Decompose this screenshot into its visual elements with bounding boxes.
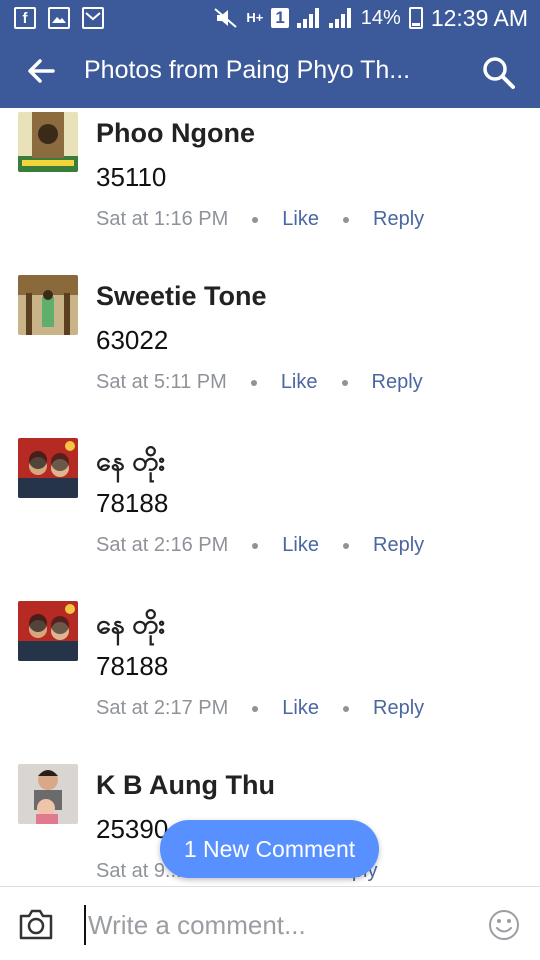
comment-meta: Sat at 5:11 PM Like Reply: [96, 371, 423, 394]
comment-meta: Sat at 2:16 PM Like Reply: [96, 534, 424, 557]
avatar[interactable]: [18, 438, 78, 498]
comment-item: နေ တိုး 78188 Sat at 2:17 PM Like Reply: [0, 601, 540, 764]
reply-button[interactable]: Reply: [373, 697, 424, 720]
comment-author[interactable]: နေ တိုး: [96, 607, 165, 647]
comment-text: 25390: [96, 814, 169, 844]
search-icon[interactable]: [480, 54, 516, 90]
comment-text: 78188: [96, 488, 169, 518]
comment-item: Sweetie Tone 63022 Sat at 5:11 PM Like R…: [0, 275, 540, 438]
separator-dot: [343, 216, 349, 223]
signal-icon: [296, 8, 321, 28]
comment-timestamp: Sat at 2:17 PM: [96, 697, 229, 719]
like-button[interactable]: Like: [282, 534, 319, 557]
comment-meta: Sat at 2:17 PM Like Reply: [96, 697, 424, 720]
separator-dot: [252, 542, 259, 549]
comment-timestamp: Sat at 5:11 PM: [96, 371, 227, 393]
comment-text: 78188: [96, 651, 169, 681]
separator-dot: [343, 705, 349, 712]
comment-item: Phoo Ngone 35110 Sat at 1:16 PM Like Rep…: [0, 112, 540, 275]
system-icons: H+ 1 14% 12:39 AM: [214, 4, 528, 32]
comment-text: 63022: [96, 325, 169, 355]
separator-dot: [250, 379, 257, 386]
comment-timestamp: Sat at 2:16 PM: [96, 534, 229, 556]
comment-timestamp: Sat at 1:16 PM: [96, 208, 229, 230]
comment-author[interactable]: နေ တိုး: [96, 444, 165, 484]
comment-list[interactable]: Phoo Ngone 35110 Sat at 1:16 PM Like Rep…: [0, 108, 540, 888]
gallery-icon: [48, 7, 70, 29]
battery-icon: [408, 7, 423, 29]
network-type: H+: [246, 10, 264, 25]
back-arrow-icon[interactable]: [26, 56, 56, 86]
comment-author[interactable]: Sweetie Tone: [96, 281, 267, 312]
camera-icon[interactable]: [18, 907, 54, 941]
avatar[interactable]: [18, 601, 78, 661]
status-bar: f H+ 1 14% 12:39 AM: [0, 0, 540, 36]
gmail-icon: [82, 7, 104, 29]
avatar[interactable]: [18, 764, 78, 824]
like-button[interactable]: Like: [281, 371, 318, 394]
like-button[interactable]: Like: [282, 697, 319, 720]
reply-button[interactable]: Reply: [372, 371, 423, 394]
app-bar: Photos from Paing Phyo Th...: [0, 36, 540, 108]
clock: 12:39 AM: [430, 4, 528, 31]
comment-meta: Sat at 1:16 PM Like Reply: [96, 208, 424, 231]
comment-text: 35110: [96, 162, 167, 192]
comment-input[interactable]: [84, 907, 464, 943]
comment-composer: [0, 886, 540, 960]
separator-dot: [252, 216, 259, 223]
facebook-icon: f: [14, 7, 36, 29]
sim-indicator: 1: [271, 8, 289, 28]
battery-percent: 14%: [360, 6, 401, 29]
comment-item: နေ တိုး 78188 Sat at 2:16 PM Like Reply: [0, 438, 540, 601]
separator-dot: [341, 379, 348, 386]
avatar[interactable]: [18, 275, 78, 335]
like-button[interactable]: Like: [282, 208, 319, 231]
new-comment-button[interactable]: 1 New Comment: [160, 820, 379, 878]
avatar[interactable]: [18, 112, 78, 172]
signal-icon-2: [328, 8, 353, 28]
separator-dot: [252, 705, 259, 712]
separator-dot: [343, 542, 349, 549]
reply-button[interactable]: Reply: [373, 208, 424, 231]
notification-icons: f: [14, 7, 104, 29]
mute-icon: [214, 8, 237, 28]
emoji-icon[interactable]: [488, 909, 520, 941]
comment-author[interactable]: K B Aung Thu: [96, 770, 275, 801]
page-title: Photos from Paing Phyo Th...: [84, 56, 411, 84]
reply-button[interactable]: Reply: [373, 534, 424, 557]
comment-author[interactable]: Phoo Ngone: [96, 118, 255, 149]
